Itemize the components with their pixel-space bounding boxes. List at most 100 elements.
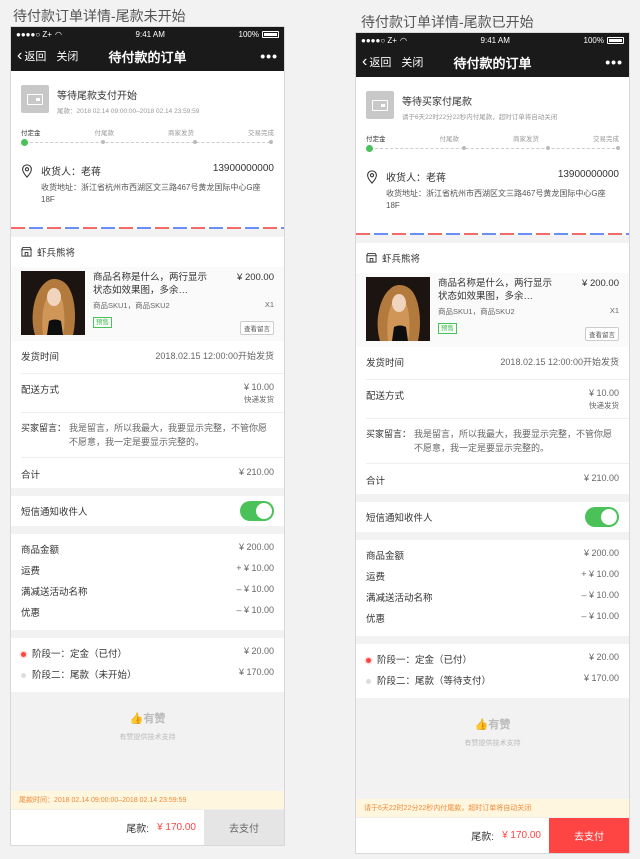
- back-button[interactable]: ‹ 返回: [362, 54, 391, 70]
- location-pin-icon: [367, 170, 377, 184]
- close-button[interactable]: 关闭: [401, 54, 423, 70]
- close-button[interactable]: 关闭: [56, 48, 78, 64]
- subtotal-value: ¥ 210.00: [238, 467, 274, 477]
- receiver-phone: 13900000000: [212, 163, 274, 174]
- more-icon[interactable]: •••: [605, 54, 623, 70]
- phase1-label: 阶段一：定金（已付）: [377, 655, 473, 666]
- receiver-phone: 13900000000: [557, 169, 619, 180]
- store-icon: [21, 247, 32, 257]
- wifi-icon: ◠: [54, 29, 62, 39]
- wallet-icon: [21, 85, 49, 113]
- step-dot: [462, 146, 466, 150]
- back-label: 返回: [369, 57, 392, 69]
- goods-quantity: X1: [609, 306, 619, 315]
- phase-current-dot: [366, 657, 371, 663]
- chevron-left-icon: ‹: [17, 47, 23, 64]
- order-status-title: 等待买家付尾款: [402, 97, 472, 108]
- amount-value: – ¥ 10.00: [581, 611, 619, 621]
- sms-notify-toggle[interactable]: [240, 501, 274, 521]
- buyer-remark-label: 买家留言：: [366, 429, 412, 439]
- order-status-subtitle: 尾款：2018 02.14 09:00:00–2018 02.14 23:59:…: [57, 108, 200, 115]
- amount-label: 优惠: [366, 614, 386, 625]
- battery-icon: [261, 30, 279, 38]
- thumb-up-icon: 👍: [129, 713, 144, 725]
- sms-notify-row: 短信通知收件人: [356, 502, 629, 532]
- shipping-time-value: 2018.02.15 12:00:00开始发货: [500, 357, 619, 367]
- final-payment-amount: ¥ 170.00: [157, 822, 196, 833]
- wallet-icon: [366, 91, 394, 119]
- phone-right: ●●●●○ Z+ ◠ 9:41 AM 100% ‹ 返回 关闭 待付款的订单 •••…: [356, 33, 629, 853]
- address-card[interactable]: 收货人：老蒋 13900000000 收货地址：浙江省杭州市西湖区文三路467号黄…: [11, 153, 284, 227]
- back-button[interactable]: ‹ 返回: [17, 48, 46, 64]
- receiver-name: 收货人：老蒋: [41, 167, 101, 178]
- order-status-subtitle: 请于6天22时22分22秒内付尾款，超时订单将自动关闭: [402, 114, 558, 121]
- location-pin-icon: [22, 164, 32, 178]
- step-final-payment: 付尾款: [439, 136, 460, 143]
- step-dot: [269, 140, 273, 144]
- phase-section: 阶段一：定金（已付） ¥ 20.00 阶段二：尾款（等待支付） ¥ 170.00: [356, 644, 629, 698]
- presale-badge: 预售: [93, 317, 112, 328]
- more-icon[interactable]: •••: [260, 48, 278, 64]
- phase2-label: 阶段二：尾款（未开始）: [32, 670, 137, 681]
- step-deposit: 付定金: [366, 136, 386, 143]
- sms-notify-toggle[interactable]: [585, 507, 619, 527]
- progress-steps: 付定金 付尾款 商家发货 交易完成: [366, 133, 620, 153]
- amount-label: 满减送活动名称: [366, 593, 433, 604]
- pay-button[interactable]: 去支付: [549, 818, 629, 853]
- phase1-value: ¥ 20.00: [243, 646, 274, 656]
- phase-current-dot: [21, 651, 26, 657]
- amount-value: – ¥ 10.00: [236, 584, 274, 594]
- goods-name: 商品名称是什么，两行显示状态如效果图，多余…: [438, 278, 553, 302]
- clock: 9:41 AM: [480, 35, 510, 45]
- amount-label: 运费: [21, 566, 41, 577]
- receiver-address: 收货地址：浙江省杭州市西湖区文三路467号黄龙国际中心G座18F: [41, 183, 261, 204]
- order-status-card: 等待买家付尾款 请于6天22时22分22秒内付尾款，超时订单将自动关闭 付定金 …: [356, 77, 629, 159]
- amount-value: ¥ 200.00: [238, 542, 274, 552]
- goods-quantity: X1: [264, 300, 274, 309]
- amount-label: 优惠: [21, 608, 41, 619]
- delivery-fee: ¥ 10.00: [588, 388, 619, 398]
- sms-notify-row: 短信通知收件人: [11, 496, 284, 526]
- amount-label: 商品金额: [366, 551, 405, 562]
- subtotal-value: ¥ 210.00: [583, 473, 619, 483]
- phase2-label: 阶段二：尾款（等待支付）: [377, 676, 492, 687]
- youzan-footer: 👍有赞 有赞提供技术支持: [356, 716, 629, 748]
- amount-label: 运费: [366, 572, 386, 583]
- product-photo: [21, 271, 85, 335]
- address-divider-stripe: [11, 227, 284, 229]
- address-card[interactable]: 收货人：老蒋 13900000000 收货地址：浙江省杭州市西湖区文三路467号黄…: [356, 159, 629, 233]
- wifi-icon: ◠: [399, 35, 407, 45]
- delivery-method: 快递发货: [244, 395, 274, 404]
- page-title: 待付款的订单: [453, 55, 532, 71]
- shop-header[interactable]: 虾兵熊将: [11, 237, 284, 267]
- chevron-left-icon: ‹: [362, 53, 368, 70]
- final-payment-amount: ¥ 170.00: [502, 830, 541, 841]
- order-status-card: 等待尾款支付开始 尾款：2018 02.14 09:00:00–2018 02.…: [11, 71, 284, 153]
- amount-value: + ¥ 10.00: [581, 569, 619, 579]
- phase-pending-dot: [366, 678, 371, 684]
- step-deposit: 付定金: [21, 130, 41, 137]
- shipping-time-value: 2018.02.15 12:00:00开始发货: [155, 351, 274, 361]
- buyer-remark-label: 买家留言：: [21, 423, 67, 433]
- final-payment-label: 尾款:: [126, 824, 150, 835]
- phone-left: ●●●●○ Z+ ◠ 9:41 AM 100% ‹ 返回 关闭 待付款的订单 •••…: [11, 27, 284, 845]
- amount-value: – ¥ 10.00: [581, 590, 619, 600]
- view-remark-button[interactable]: 查看留言: [585, 327, 619, 341]
- view-remark-button[interactable]: 查看留言: [240, 321, 274, 335]
- goods-item[interactable]: 商品名称是什么，两行显示状态如效果图，多余… ¥ 200.00 商品SKU1，商品…: [356, 273, 629, 347]
- phase1-label: 阶段一：定金（已付）: [32, 649, 128, 660]
- back-label: 返回: [24, 51, 47, 63]
- goods-name: 商品名称是什么，两行显示状态如效果图，多余…: [93, 272, 208, 296]
- amount-value: + ¥ 10.00: [236, 563, 274, 573]
- sms-notify-label: 短信通知收件人: [21, 507, 88, 518]
- final-payment-notice: 尾款时间：2018 02.14 09:00:00–2018 02.14 23:5…: [11, 791, 284, 809]
- amount-value: – ¥ 10.00: [236, 605, 274, 615]
- goods-item[interactable]: 商品名称是什么，两行显示状态如效果图，多余… ¥ 200.00 商品SKU1，商品…: [11, 267, 284, 341]
- goods-sku: 商品SKU1，商品SKU2: [438, 307, 515, 316]
- status-bar: ●●●●○ Z+ ◠ 9:41 AM 100%: [356, 33, 629, 47]
- shipping-time-label: 发货时间: [366, 358, 405, 369]
- shop-header[interactable]: 虾兵熊将: [356, 243, 629, 273]
- youzan-logo: 有赞: [143, 713, 166, 725]
- pay-button-disabled[interactable]: 去支付: [204, 810, 284, 845]
- store-icon: [366, 253, 377, 263]
